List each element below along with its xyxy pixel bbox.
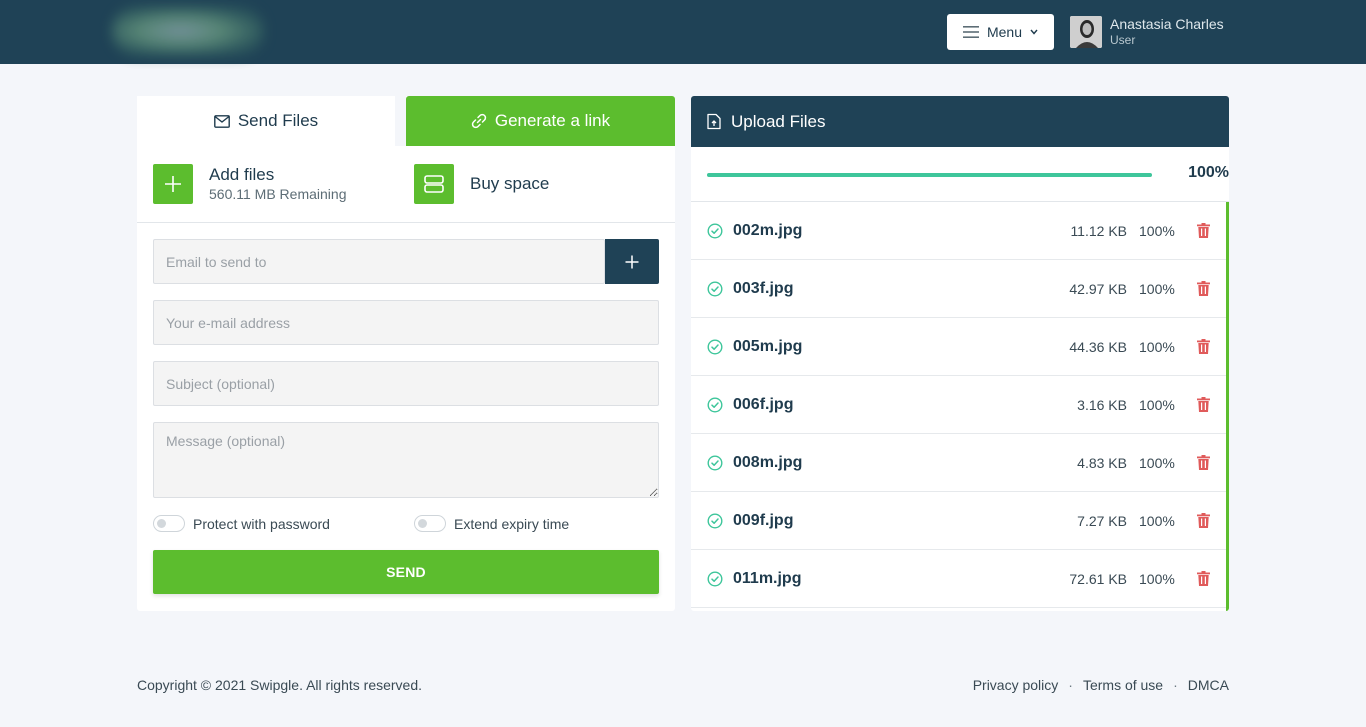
upload-progress-label: 100%: [1188, 164, 1229, 181]
file-row: 008m.jpg 4.83 KB 100%: [691, 434, 1226, 492]
upload-files-card: Upload Files 100% 002m.jpg 11.12 KB 100% 00…: [691, 96, 1229, 611]
email-to-input[interactable]: [153, 239, 605, 284]
file-size: 42.97 KB: [1069, 280, 1127, 297]
buy-space-label: Buy space: [470, 174, 550, 193]
send-button[interactable]: SEND: [153, 550, 659, 594]
plus-icon: [625, 255, 639, 268]
hamburger-icon: [962, 26, 979, 38]
protect-password-label: Protect with password: [193, 515, 330, 532]
file-size: 3.16 KB: [1077, 396, 1127, 413]
menu-label: Menu: [986, 24, 1023, 40]
file-progress: 100%: [1139, 280, 1175, 297]
buy-space-button[interactable]: Buy space: [414, 164, 549, 204]
check-circle-icon: [707, 280, 723, 297]
user-name: Anastasia Charles: [1110, 16, 1224, 32]
trash-icon[interactable]: [1197, 455, 1210, 470]
link-icon: [471, 113, 487, 129]
file-size: 72.61 KB: [1069, 570, 1127, 587]
blurred-logo[interactable]: [112, 6, 264, 56]
check-circle-icon: [707, 338, 723, 355]
file-progress: 100%: [1139, 512, 1175, 529]
file-size: 4.83 KB: [1077, 454, 1127, 471]
tab-link-label: Generate a link: [494, 111, 611, 130]
file-size: 44.36 KB: [1069, 338, 1127, 355]
avatar[interactable]: [1070, 16, 1102, 48]
trash-icon[interactable]: [1197, 281, 1210, 296]
add-files-square: [153, 164, 193, 204]
message-textarea[interactable]: [153, 422, 659, 498]
subject-input[interactable]: [153, 361, 659, 406]
file-size: 11.12 KB: [1070, 222, 1127, 239]
check-circle-icon: [707, 222, 723, 239]
file-list[interactable]: 002m.jpg 11.12 KB 100% 003f.jpg 42.97 KB 100%…: [691, 202, 1229, 611]
tab-send-label: Send Files: [237, 111, 319, 130]
tab-send-files[interactable]: Send Files: [137, 96, 395, 146]
separator: ·: [1173, 677, 1178, 693]
extend-expiry-label: Extend expiry time: [454, 515, 570, 532]
trash-icon[interactable]: [1197, 571, 1210, 586]
copyright-text: Copyright © 2021 Swipgle. All rights res…: [137, 677, 423, 693]
add-files-button[interactable]: Add files 560.11 MB Remaining: [153, 164, 346, 204]
buy-space-square: [414, 164, 454, 204]
privacy-policy-link[interactable]: Privacy policy: [973, 677, 1059, 693]
check-circle-icon: [707, 396, 723, 413]
trash-icon[interactable]: [1197, 339, 1210, 354]
file-row: 003f.jpg 42.97 KB 100%: [691, 260, 1226, 318]
file-progress: 100%: [1139, 454, 1175, 471]
file-progress: 100%: [1139, 338, 1175, 355]
add-files-remaining: 560.11 MB Remaining: [209, 186, 347, 202]
file-row: 005m.jpg 44.36 KB 100%: [691, 318, 1226, 376]
upload-progress-fill: [707, 173, 1152, 177]
your-email-input[interactable]: [153, 300, 659, 345]
upload-files-title: Upload Files: [731, 111, 826, 131]
plus-icon: [165, 176, 181, 192]
upload-files-header: Upload Files: [691, 96, 1229, 147]
add-files-text: Add files 560.11 MB Remaining: [209, 165, 346, 203]
tab-generate-link[interactable]: Generate a link: [406, 96, 675, 146]
footer-links: Privacy policy · Terms of use · DMCA: [973, 677, 1229, 693]
toggle-switch[interactable]: [414, 515, 446, 532]
extend-expiry-toggle[interactable]: Extend expiry time: [414, 515, 569, 532]
dmca-link[interactable]: DMCA: [1188, 677, 1229, 693]
terms-of-use-link[interactable]: Terms of use: [1083, 677, 1163, 693]
avatar-photo-icon: [1070, 16, 1102, 48]
chevron-down-icon: [1030, 29, 1038, 35]
file-size: 7.27 KB: [1077, 512, 1127, 529]
add-files-title: Add files: [209, 165, 275, 184]
check-circle-icon: [707, 570, 723, 587]
divider: [137, 222, 675, 223]
trash-icon[interactable]: [1197, 397, 1210, 412]
file-row: 002m.jpg 11.12 KB 100%: [691, 202, 1226, 260]
add-recipient-button[interactable]: [605, 239, 659, 284]
file-row: 009f.jpg 7.27 KB 100%: [691, 492, 1226, 550]
top-bar: Menu Anastasia Charles User: [0, 0, 1366, 64]
send-files-card: Send Files Generate a link Add files 560…: [137, 96, 675, 611]
menu-button[interactable]: Menu: [947, 14, 1054, 50]
check-circle-icon: [707, 512, 723, 529]
user-profile[interactable]: Anastasia Charles User: [1070, 16, 1224, 48]
separator: ·: [1068, 677, 1073, 693]
user-text: Anastasia Charles User: [1110, 16, 1224, 48]
tab-gap: [395, 96, 406, 146]
file-progress: 100%: [1139, 222, 1175, 239]
file-progress: 100%: [1139, 570, 1175, 587]
upload-progress-bar: [707, 173, 1152, 177]
file-row: 011m.jpg 72.61 KB 100%: [691, 550, 1226, 608]
file-row: 006f.jpg 3.16 KB 100%: [691, 376, 1226, 434]
server-icon: [424, 175, 444, 193]
user-role: User: [1110, 33, 1136, 47]
protect-password-toggle[interactable]: Protect with password: [153, 515, 330, 532]
trash-icon[interactable]: [1197, 223, 1210, 238]
envelope-icon: [213, 114, 230, 128]
file-upload-icon: [707, 113, 721, 130]
file-progress: 100%: [1139, 396, 1175, 413]
toggle-switch[interactable]: [153, 515, 185, 532]
check-circle-icon: [707, 454, 723, 471]
trash-icon[interactable]: [1197, 513, 1210, 528]
